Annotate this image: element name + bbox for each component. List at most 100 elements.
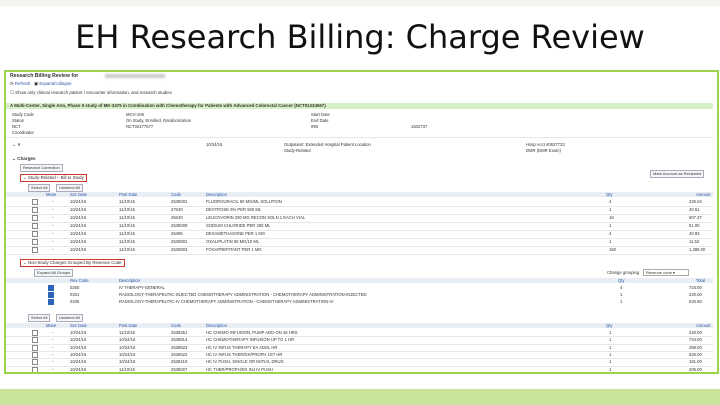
refresh-label: Refresh: [14, 81, 31, 86]
charge-qty: 1: [609, 351, 612, 357]
move-arrow-icon[interactable]: →: [50, 358, 54, 363]
row-divider: [6, 373, 713, 374]
group-checkbox[interactable]: [48, 285, 54, 291]
post-date: 11/10/16: [119, 223, 135, 228]
non-study-section-label[interactable]: ⌄ Non-Study Charges Grouped By Revenue C…: [20, 259, 125, 267]
bottom-accent-bar: [0, 389, 720, 405]
move-arrow-icon[interactable]: →: [50, 198, 54, 203]
charge-code: 27040: [171, 207, 183, 212]
group-column-header[interactable]: Qty: [618, 278, 625, 283]
group-column-header[interactable]: Total: [696, 278, 705, 283]
charges-tab[interactable]: ⌄ Charges: [12, 156, 36, 162]
move-arrow-icon[interactable]: →: [50, 366, 54, 371]
row-checkbox[interactable]: [32, 359, 38, 366]
move-arrow-icon[interactable]: →: [50, 329, 54, 334]
column-header[interactable]: Amount: [696, 192, 710, 197]
group-column-header[interactable]: Rev Code: [70, 278, 89, 283]
column-header[interactable]: Description: [206, 323, 227, 328]
unselect-all-button[interactable]: Unselect All: [56, 314, 83, 322]
charge-amount: 240.00: [689, 330, 702, 335]
group-checkbox[interactable]: [48, 292, 54, 298]
column-header[interactable]: Qty: [606, 192, 613, 197]
post-date: 11/10/16: [119, 207, 135, 212]
column-header[interactable]: Code: [171, 192, 181, 197]
row-checkbox[interactable]: [32, 247, 38, 253]
charge-amount: 205.00: [689, 366, 702, 372]
move-arrow-icon[interactable]: →: [50, 214, 54, 219]
study-related-section-label[interactable]: ⌄ Study-Related – Bill to Study: [20, 174, 87, 182]
page-heading: Research Billing Review for: [10, 73, 165, 79]
group-by-value: Revenue code: [646, 270, 672, 275]
row-divider: [6, 214, 713, 215]
select-all-button[interactable]: Select All: [28, 314, 51, 322]
encounter-date: 10/24/16: [206, 142, 223, 147]
charge-code: 2536802: [171, 239, 188, 244]
unselect-all-button[interactable]: Unselect All: [56, 184, 83, 192]
study-field-label: Coordinator: [12, 130, 34, 135]
row-divider: [6, 350, 713, 352]
charge-qty: 1: [609, 239, 612, 244]
charge-qty: 18: [609, 215, 614, 220]
study-field-value: 1502737: [411, 124, 428, 129]
row-checkbox[interactable]: [32, 199, 38, 205]
research-correction-button[interactable]: Research Correction: [20, 164, 63, 172]
study-field-label: Status: [12, 118, 24, 123]
charge-qty: 1: [609, 359, 612, 365]
study-field-value: On Study, Enrolled, Randomization: [126, 118, 192, 123]
row-checkbox[interactable]: [32, 366, 38, 372]
info-icon: ☐: [10, 90, 14, 95]
charge-amount: 1,386.00: [689, 247, 706, 252]
charge-qty: 1: [609, 330, 612, 335]
move-arrow-icon[interactable]: →: [50, 230, 54, 235]
expand-button[interactable]: ▣ Expand/collapse: [34, 81, 72, 86]
move-arrow-icon[interactable]: →: [50, 222, 54, 227]
column-header[interactable]: Svc Date: [70, 323, 87, 328]
row-checkbox[interactable]: [32, 239, 38, 245]
charge-qty: 1: [609, 344, 612, 350]
column-header[interactable]: Move: [46, 192, 56, 197]
row-checkbox[interactable]: [32, 207, 38, 213]
column-header[interactable]: Code: [171, 323, 181, 328]
group-qty: 4: [620, 285, 623, 290]
column-header[interactable]: Amount: [696, 323, 710, 328]
move-arrow-icon[interactable]: →: [50, 206, 54, 211]
refresh-button[interactable]: ⟳ Refresh: [10, 81, 30, 86]
move-arrow-icon[interactable]: →: [50, 344, 54, 349]
charge-code: 25495: [171, 231, 183, 236]
group-column-header[interactable]: Description: [119, 278, 140, 283]
charge-amount: 40.51: [689, 207, 700, 212]
expand-all-groups-button[interactable]: Expand All Groups: [34, 269, 74, 277]
row-checkbox[interactable]: [32, 351, 38, 358]
column-header[interactable]: Qty: [606, 323, 613, 328]
column-header[interactable]: Post Date: [119, 192, 137, 197]
row-divider: [6, 343, 713, 345]
select-all-button[interactable]: Select All: [28, 184, 51, 192]
svc-date: 10/24/16: [70, 351, 87, 357]
row-checkbox[interactable]: [32, 344, 38, 351]
row-divider: [6, 206, 713, 207]
group-description: IV THERAPY-GENERAL: [119, 285, 165, 290]
move-arrow-icon[interactable]: →: [50, 336, 54, 341]
svc-date: 10/24/16: [70, 247, 87, 252]
column-header[interactable]: Post Date: [119, 323, 137, 328]
move-arrow-icon[interactable]: →: [50, 238, 54, 243]
mark-reviewed-button[interactable]: Mark Account as Reviewed: [650, 170, 705, 178]
column-header[interactable]: Description: [206, 192, 227, 197]
charge-amount: 40.93: [689, 231, 700, 236]
move-arrow-icon[interactable]: →: [50, 351, 54, 356]
column-header[interactable]: Svc Date: [70, 192, 87, 197]
charge-code: 2536009: [171, 223, 188, 228]
move-arrow-icon[interactable]: →: [50, 246, 54, 251]
study-field-label: NCT: [12, 124, 21, 129]
row-checkbox[interactable]: [32, 337, 38, 344]
refresh-icon: ⟳: [10, 81, 14, 86]
collapse-icon[interactable]: ⌄ ⏸: [12, 142, 20, 148]
row-checkbox[interactable]: [32, 215, 38, 221]
row-checkbox[interactable]: [32, 223, 38, 229]
group-checkbox[interactable]: [48, 299, 54, 305]
column-header[interactable]: Move: [46, 323, 56, 328]
row-checkbox[interactable]: [32, 231, 38, 237]
group-by-select[interactable]: Revenue code ▾: [643, 269, 689, 276]
study-field-label: End Date: [311, 118, 329, 123]
row-checkbox[interactable]: [32, 330, 38, 336]
